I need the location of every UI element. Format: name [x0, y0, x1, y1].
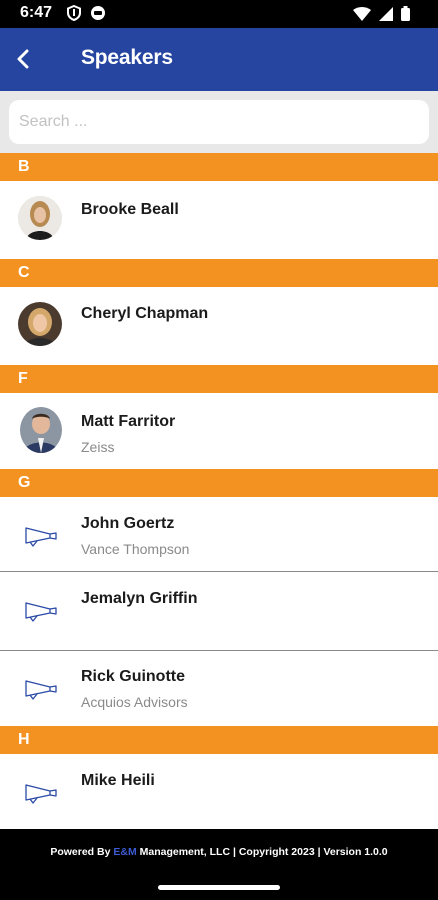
- speaker-name: Brooke Beall: [81, 201, 179, 218]
- speaker-company: Acquios Advisors: [81, 694, 188, 710]
- list-item[interactable]: Brooke Beall: [0, 181, 438, 259]
- speaker-list: B Brooke Beall C Cheryl Chapman F Matt F…: [0, 153, 438, 830]
- speaker-name: Jemalyn Griffin: [81, 590, 198, 607]
- status-time: 6:47: [20, 4, 53, 21]
- wifi-icon: [353, 6, 371, 21]
- footer: Powered By E&M Management, LLC | Copyrig…: [0, 829, 438, 900]
- list-item[interactable]: John Goertz Vance Thompson: [0, 497, 438, 572]
- status-bar: 6:47: [0, 0, 438, 28]
- speaker-company: Zeiss: [81, 439, 115, 455]
- list-item[interactable]: Matt Farritor Zeiss: [0, 393, 438, 469]
- speaker-name: Rick Guinotte: [81, 668, 186, 685]
- list-item[interactable]: Cheryl Chapman: [0, 287, 438, 365]
- footer-prefix: Powered By: [50, 846, 114, 858]
- footer-suffix: Management, LLC | Copyright 2023 | Versi…: [136, 846, 388, 858]
- avatar: [20, 407, 62, 453]
- page-title: Speakers: [81, 46, 173, 69]
- avatar: [18, 302, 62, 346]
- search-area: [0, 91, 438, 153]
- speaker-name: Mike Heili: [81, 772, 155, 789]
- back-button[interactable]: [6, 42, 40, 76]
- footer-brand[interactable]: E&M: [113, 846, 136, 858]
- app-bar: Speakers: [0, 28, 438, 91]
- footer-text: Powered By E&M Management, LLC | Copyrig…: [0, 846, 438, 858]
- speaker-name: Cheryl Chapman: [81, 305, 209, 322]
- home-indicator[interactable]: [158, 885, 280, 890]
- section-header-g: G: [0, 469, 438, 497]
- battery-icon: [401, 6, 410, 21]
- app-notification-icon: [91, 6, 105, 20]
- megaphone-icon: [25, 527, 57, 547]
- section-header-f: F: [0, 365, 438, 393]
- speaker-name: John Goertz: [81, 515, 175, 532]
- avatar: [18, 196, 62, 240]
- shield-icon: [67, 5, 81, 21]
- search-input[interactable]: [9, 100, 429, 144]
- speaker-name: Matt Farritor: [81, 413, 176, 430]
- speaker-company: Vance Thompson: [81, 541, 190, 557]
- signal-icon: [379, 6, 393, 21]
- section-header-b: B: [0, 153, 438, 181]
- list-item[interactable]: Mike Heili: [0, 754, 438, 830]
- chevron-left-icon: [17, 49, 29, 69]
- megaphone-icon: [25, 680, 57, 700]
- section-header-c: C: [0, 259, 438, 287]
- list-item[interactable]: Jemalyn Griffin: [0, 572, 438, 651]
- section-header-h: H: [0, 726, 438, 754]
- megaphone-icon: [25, 784, 57, 804]
- megaphone-icon: [25, 602, 57, 622]
- list-item[interactable]: Rick Guinotte Acquios Advisors: [0, 651, 438, 726]
